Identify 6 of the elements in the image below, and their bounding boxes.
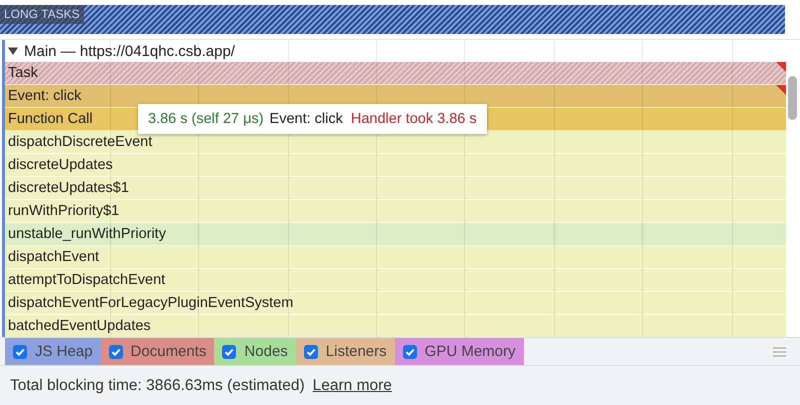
long-tasks-label: LONG TASKS <box>0 5 84 24</box>
tooltip-warning: Handler took 3.86 s <box>350 111 477 127</box>
total-blocking-time: Total blocking time: 3866.63ms (estimated) <box>10 377 305 395</box>
track-title: Main — https://041qhc.csb.app/ <box>24 42 235 60</box>
tooltip-duration: 3.86 s (self 27 μs) <box>148 111 264 127</box>
tooltip-event: Event: click <box>270 111 343 127</box>
